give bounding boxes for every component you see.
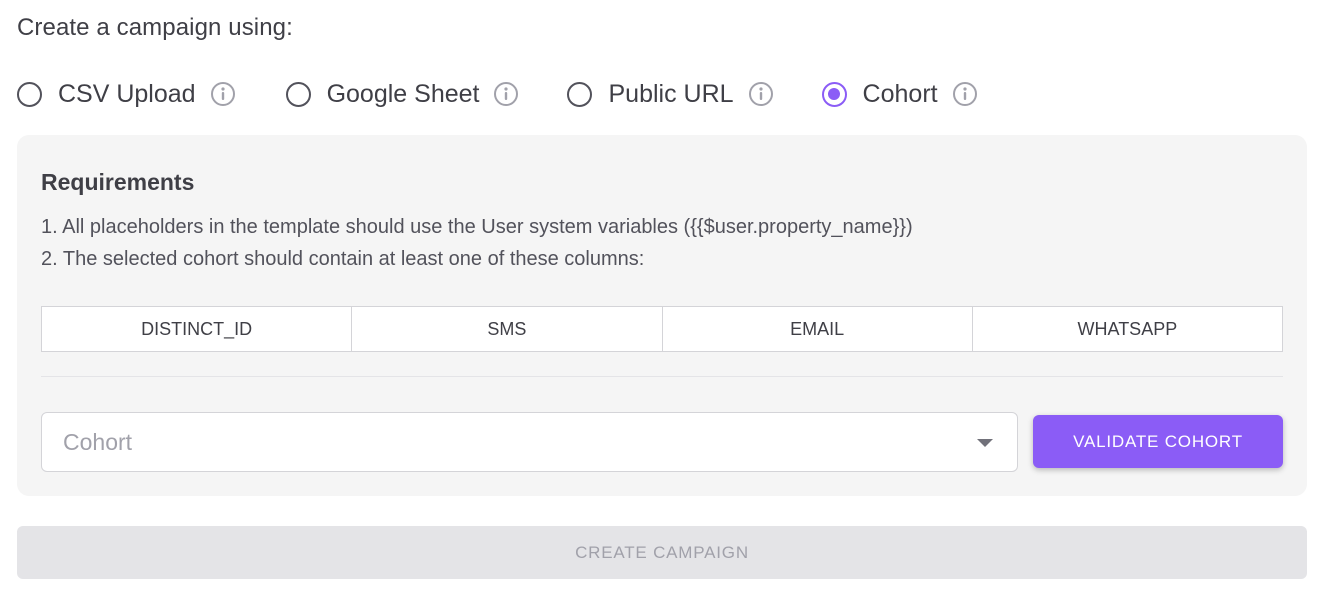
requirements-panel: Requirements 1. All placeholders in the … xyxy=(17,135,1307,496)
radio-button-google-sheet[interactable] xyxy=(285,81,311,107)
validate-cohort-button[interactable]: VALIDATE COHORT xyxy=(1033,415,1283,468)
radio-button-public-url[interactable] xyxy=(567,81,593,107)
requirement-line-2: 2. The selected cohort should contain at… xyxy=(41,248,645,270)
cohort-select[interactable]: Cohort xyxy=(41,412,1018,472)
column-cell-whatsapp: WHATSAPP xyxy=(1077,318,1178,339)
required-columns-table: DISTINCT_ID SMS EMAIL WHATSAPP xyxy=(41,306,1283,352)
info-icon[interactable] xyxy=(493,81,519,107)
radio-button-csv-upload[interactable] xyxy=(17,81,42,107)
info-icon[interactable] xyxy=(952,81,978,107)
radio-option-public-url[interactable]: Public URL xyxy=(567,80,773,109)
column-cell-email: EMAIL xyxy=(663,307,973,351)
create-campaign-button[interactable]: CREATE CAMPAIGN xyxy=(17,526,1307,579)
info-icon[interactable] xyxy=(748,81,774,107)
source-radio-group: CSV Upload Google Sheet Public URL Cohor… xyxy=(17,78,978,110)
cohort-select-placeholder: Cohort xyxy=(63,428,133,455)
info-icon[interactable] xyxy=(210,81,236,107)
radio-label-public-url: Public URL xyxy=(608,79,734,108)
radio-option-csv-upload[interactable]: CSV Upload xyxy=(17,80,236,109)
radio-label-cohort: Cohort xyxy=(862,79,938,108)
radio-button-cohort[interactable] xyxy=(821,81,847,107)
radio-label-csv-upload: CSV Upload xyxy=(58,79,196,108)
radio-option-cohort[interactable]: Cohort xyxy=(821,79,978,109)
caret-down-icon[interactable] xyxy=(977,439,993,447)
create-campaign-page: Create a campaign using: CSV Upload Goog… xyxy=(0,0,1318,596)
column-cell-sms: SMS xyxy=(352,307,663,351)
radio-option-google-sheet[interactable]: Google Sheet xyxy=(285,79,520,109)
page-heading: Create a campaign using: xyxy=(17,14,293,41)
requirements-title: Requirements xyxy=(41,169,195,195)
radio-label-google-sheet: Google Sheet xyxy=(326,79,480,108)
column-cell-distinct-id: DISTINCT_ID xyxy=(42,307,353,351)
divider xyxy=(41,376,1283,377)
requirement-line-1: 1. All placeholders in the template shou… xyxy=(41,216,913,238)
